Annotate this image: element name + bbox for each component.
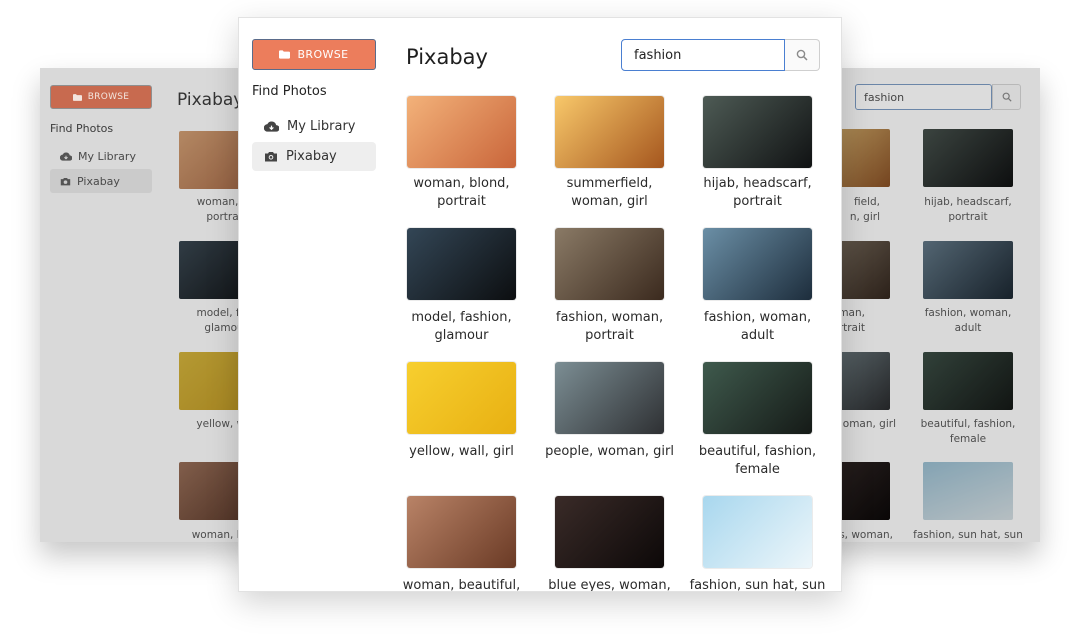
photo-caption: beautiful, fashion, female — [698, 444, 817, 477]
browse-label: BROWSE — [297, 48, 349, 61]
camera-icon — [60, 177, 71, 186]
photo-caption: hijab, headscarf, portrait — [703, 176, 812, 209]
photo-thumbnail[interactable] — [407, 496, 516, 568]
find-photos-heading: Find Photos — [252, 84, 327, 99]
photo-thumbnail[interactable] — [407, 362, 516, 434]
page-title: Pixabay — [406, 45, 488, 69]
search-icon — [796, 49, 808, 61]
photo-thumbnail[interactable] — [555, 96, 664, 168]
photo-caption: fashion, woman, adult — [703, 310, 812, 343]
photo-caption: fashion, woman, portrait — [555, 310, 664, 343]
search-button[interactable] — [785, 39, 820, 71]
sidebar-item-my-library[interactable]: My Library — [252, 112, 376, 141]
photo-thumbnail[interactable] — [555, 496, 664, 568]
app-window: BROWSE Find Photos My Library Pixabay Pi… — [238, 17, 842, 592]
bg-photo-caption: fashion, sun hat, sun — [913, 529, 1023, 541]
camera-icon — [264, 151, 278, 162]
bg-photo-thumb[interactable] — [923, 352, 1013, 410]
photo-caption: woman, blond, portrait — [413, 176, 510, 209]
bg-find-photos-heading: Find Photos — [50, 122, 114, 135]
photo-thumbnail[interactable] — [555, 228, 664, 300]
bg-photo-thumb[interactable] — [923, 462, 1013, 520]
folder-icon — [72, 93, 82, 101]
photo-caption: summerfield, woman, girl — [566, 176, 653, 209]
bg-browse-label: BROWSE — [87, 92, 130, 102]
sidebar-item-label: My Library — [287, 119, 356, 134]
browse-button[interactable]: BROWSE — [252, 39, 376, 70]
bg-photo-caption: fashion, woman, adult — [924, 307, 1012, 334]
photo-caption: people, woman, girl — [545, 444, 674, 459]
bg-search-input[interactable]: fashion — [855, 84, 992, 110]
search-icon — [1002, 92, 1012, 102]
photo-thumbnail[interactable] — [407, 96, 516, 168]
sidebar-item-pixabay[interactable]: Pixabay — [252, 142, 376, 171]
photo-caption: yellow, wall, girl — [409, 444, 514, 459]
stage: BROWSE Find Photos My Library Pixabay Pi… — [0, 0, 1080, 640]
sidebar-item-label: Pixabay — [286, 149, 337, 164]
bg-nav-label: My Library — [78, 149, 136, 163]
bg-photo-caption: beautiful, fashion, female — [920, 418, 1016, 445]
cloud-icon — [60, 151, 72, 161]
bg-page-title: Pixabay — [177, 90, 244, 110]
bg-nav-label: Pixabay — [77, 174, 120, 188]
photo-thumbnail[interactable] — [407, 228, 516, 300]
bg-photo-thumb[interactable] — [923, 129, 1013, 187]
folder-icon — [279, 50, 291, 59]
photo-caption: model, fashion, glamour — [411, 310, 512, 343]
bg-nav-my-library[interactable]: My Library — [50, 144, 152, 168]
photo-thumbnail[interactable] — [703, 96, 812, 168]
photo-thumbnail[interactable] — [703, 228, 812, 300]
bg-nav-pixabay[interactable]: Pixabay — [50, 169, 152, 193]
bg-photo-thumb[interactable] — [923, 241, 1013, 299]
photo-thumbnail[interactable] — [555, 362, 664, 434]
bg-search-button[interactable] — [992, 84, 1021, 110]
photo-thumbnail[interactable] — [703, 362, 812, 434]
photo-thumbnail[interactable] — [703, 496, 812, 568]
cloud-icon — [264, 121, 279, 132]
photo-caption: fashion, sun hat, sun — [689, 578, 826, 592]
search-input[interactable] — [621, 39, 785, 71]
bg-photo-caption: hijab, headscarf, portrait — [924, 196, 1012, 223]
bg-browse-button[interactable]: BROWSE — [50, 85, 152, 109]
photo-caption: blue eyes, woman, — [548, 578, 671, 592]
photo-caption: woman, beautiful, — [402, 578, 521, 592]
